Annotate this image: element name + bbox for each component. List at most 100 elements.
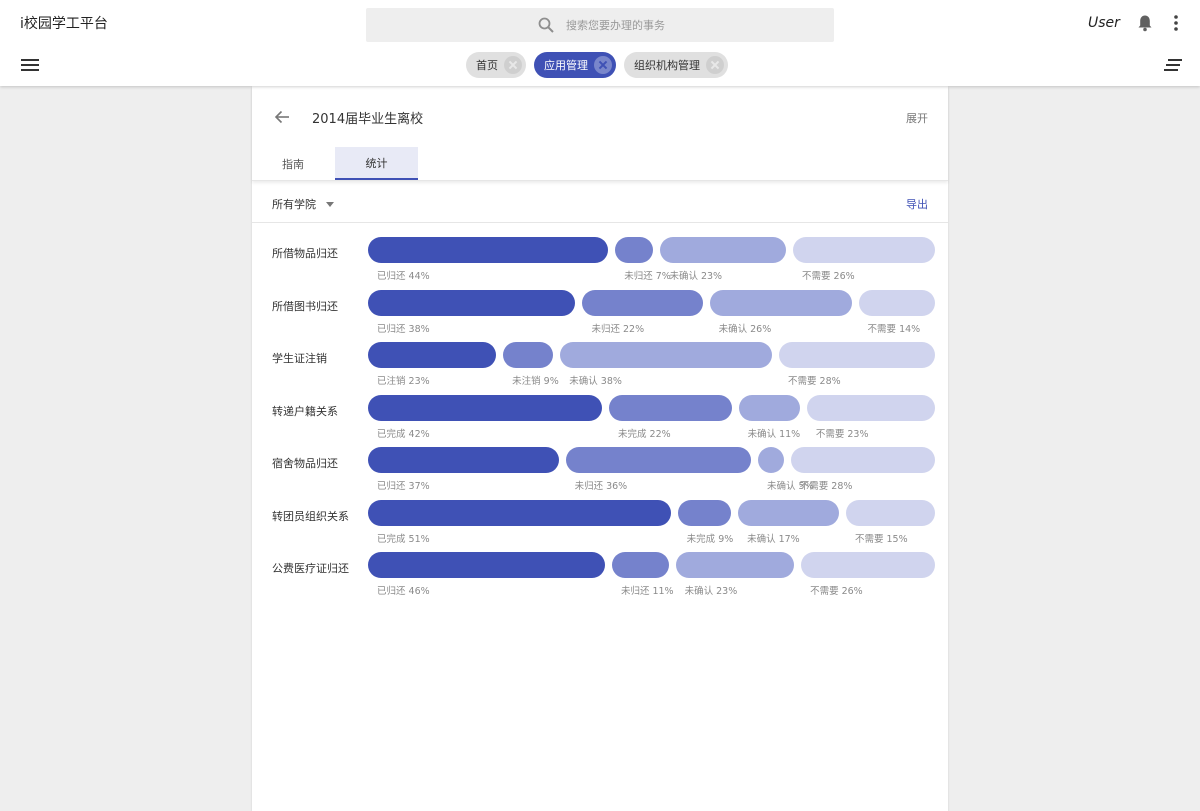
stat-segment-label: 未确认 23% bbox=[684, 586, 738, 597]
stat-item-label: 所借物品归还 bbox=[272, 247, 338, 260]
card-header: 2014届毕业生离校 展开 指南 统计 bbox=[252, 86, 948, 181]
stat-bar-segment[interactable] bbox=[615, 237, 654, 263]
college-select-value: 所有学院 bbox=[272, 198, 316, 211]
stat-bar-segment[interactable] bbox=[677, 499, 732, 526]
filter-row: 所有学院 导出 bbox=[252, 183, 948, 223]
hamburger-menu-icon[interactable] bbox=[21, 58, 39, 72]
stat-segment-label: 未确认 38% bbox=[569, 376, 622, 387]
stat-segment-label: 不需要 14% bbox=[867, 323, 921, 335]
stat-bar-segment[interactable] bbox=[503, 342, 554, 368]
stat-item-label: 所借图书归还 bbox=[272, 299, 338, 313]
page-title: 2014届毕业生离校 bbox=[312, 112, 424, 127]
stat-segment-label: 已归还 38% bbox=[377, 323, 430, 335]
stat-bar-segment[interactable] bbox=[793, 237, 935, 263]
stat-segment-label: 未完成 22% bbox=[618, 428, 671, 440]
stat-item-label: 宿舍物品归还 bbox=[272, 457, 338, 470]
stat-bar-segment[interactable] bbox=[738, 499, 839, 526]
stat-segment-label: 未确认 23% bbox=[669, 271, 723, 282]
stat-segment-label: 未确认 26% bbox=[718, 323, 772, 335]
app-bar: i校园学工平台 搜索您要办理的事务 User 首页 应用管理 组织机构管理 bbox=[0, 0, 1200, 86]
sort-lines-icon[interactable] bbox=[1164, 58, 1182, 72]
stat-segment-label: 不需要 26% bbox=[802, 271, 855, 282]
tab-guide[interactable]: 指南 bbox=[252, 147, 334, 180]
chip-label: 应用管理 bbox=[544, 59, 588, 72]
stat-segment-label: 已注销 23% bbox=[377, 376, 430, 387]
stat-bar-segment[interactable] bbox=[858, 289, 935, 316]
back-arrow-icon[interactable] bbox=[274, 109, 290, 125]
expand-button[interactable]: 展开 bbox=[906, 110, 928, 126]
chip-label: 首页 bbox=[476, 59, 498, 72]
stat-bar-segment[interactable] bbox=[565, 447, 751, 473]
chip-home[interactable]: 首页 bbox=[466, 52, 526, 78]
stat-bar-segment[interactable] bbox=[801, 552, 935, 578]
stat-segment-label: 未完成 9% bbox=[686, 533, 734, 545]
more-vert-icon[interactable] bbox=[1170, 14, 1182, 32]
stat-row: 宿舍物品归还 已归还 37% 未归还 36% 未确认 5% 不需要 28% bbox=[252, 447, 948, 499]
stat-segment-label: 未确认 17% bbox=[747, 533, 800, 545]
stat-segment-label: 不需要 28% bbox=[799, 481, 853, 492]
stat-bar-segment[interactable] bbox=[709, 289, 852, 316]
stat-bar-segment[interactable] bbox=[806, 394, 935, 421]
stat-row: 转递户籍关系已完成 42% 未完成 22% 未确认 11% 不需要 23% bbox=[252, 394, 948, 447]
stat-bar-segment[interactable] bbox=[368, 394, 602, 421]
chip-org-management[interactable]: 组织机构管理 bbox=[624, 52, 728, 78]
stat-segment-label: 不需要 26% bbox=[810, 586, 863, 597]
stat-segment-label: 已完成 51% bbox=[377, 533, 430, 545]
stat-row: 转团员组织关系已完成 51% 未完成 9% 未确认 17% 不需要 15% bbox=[252, 499, 948, 552]
search-placeholder: 搜索您要办理的事务 bbox=[566, 19, 665, 32]
stat-row: 所借物品归还已归还 44% 未归还 7% 未确认 23% 不需要 26% bbox=[252, 237, 948, 289]
notification-bell-icon[interactable] bbox=[1137, 14, 1153, 32]
stat-bar-segment[interactable] bbox=[779, 342, 935, 368]
stat-segment-label: 未注销 9% bbox=[512, 376, 559, 387]
stat-segment-label: 已归还 44% bbox=[377, 271, 430, 282]
stat-bar-segment[interactable] bbox=[560, 342, 772, 368]
stat-segment-label: 未归还 11% bbox=[620, 586, 674, 597]
stat-bar-segment[interactable] bbox=[790, 447, 935, 473]
stat-segment-label: 未归还 36% bbox=[574, 481, 628, 492]
stat-segment-label: 不需要 28% bbox=[788, 376, 841, 387]
tab-statistics[interactable]: 统计 bbox=[335, 147, 418, 180]
stat-segment-label: 已归还 46% bbox=[377, 586, 430, 597]
stat-bar-segment[interactable] bbox=[609, 394, 732, 421]
stat-segment-label: 未归还 22% bbox=[591, 323, 645, 335]
stat-bar-segment[interactable] bbox=[368, 499, 671, 526]
stat-bar-segment[interactable] bbox=[368, 289, 576, 316]
stat-segment-label: 不需要 23% bbox=[815, 428, 869, 440]
export-button[interactable]: 导出 bbox=[906, 196, 928, 212]
dropdown-caret-icon bbox=[326, 201, 334, 207]
app-title: i校园学工平台 bbox=[20, 16, 108, 32]
close-icon[interactable] bbox=[706, 56, 724, 74]
stat-bar-segment[interactable] bbox=[368, 237, 609, 263]
stat-bar-segment[interactable] bbox=[845, 499, 935, 526]
stat-item-label: 学生证注销 bbox=[272, 352, 327, 365]
chip-app-management[interactable]: 应用管理 bbox=[534, 52, 616, 78]
stat-item-label: 公费医疗证归还 bbox=[272, 562, 349, 575]
user-name[interactable]: User bbox=[1088, 15, 1120, 31]
stat-segment-label: 不需要 15% bbox=[854, 533, 908, 545]
stat-bar-segment[interactable] bbox=[675, 552, 795, 578]
stat-bar-segment[interactable] bbox=[758, 447, 784, 473]
stat-bar-segment[interactable] bbox=[660, 237, 787, 263]
stat-bar-segment[interactable] bbox=[368, 342, 497, 368]
stat-row: 所借图书归还已归还 38% 未归还 22% 未确认 26% 不需要 14% bbox=[252, 289, 948, 342]
search-bar[interactable]: 搜索您要办理的事务 bbox=[366, 8, 834, 42]
stat-bar-segment[interactable] bbox=[368, 552, 605, 578]
college-select[interactable]: 所有学院 bbox=[272, 196, 334, 212]
stat-row: 学生证注销已注销 23% 未注销 9% 未确认 38% 不需要 28% bbox=[252, 342, 948, 394]
stat-bar-segment[interactable] bbox=[611, 552, 669, 578]
main-card: 2014届毕业生离校 展开 指南 统计 所有学院 导出 所借物品归还已归还 44… bbox=[252, 86, 948, 811]
stat-item-label: 转递户籍关系 bbox=[272, 404, 338, 418]
stat-segment-label: 未确认 11% bbox=[747, 428, 801, 440]
stat-bar-segment[interactable] bbox=[582, 289, 703, 316]
stat-row: 公费医疗证归还已归还 46% 未归还 11% 未确认 23% 不需要 26% bbox=[252, 552, 948, 604]
chip-label: 组织机构管理 bbox=[634, 59, 700, 72]
search-icon bbox=[538, 17, 554, 33]
stat-item-label: 转团员组织关系 bbox=[272, 509, 349, 523]
stat-segment-label: 已完成 42% bbox=[377, 428, 430, 440]
close-icon[interactable] bbox=[504, 56, 522, 74]
open-tabs: 首页 应用管理 组织机构管理 bbox=[466, 52, 728, 78]
stat-segment-label: 未归还 7% bbox=[624, 271, 671, 282]
stat-bar-segment[interactable] bbox=[738, 394, 800, 421]
close-icon[interactable] bbox=[594, 56, 612, 74]
stat-bar-segment[interactable] bbox=[368, 447, 559, 473]
